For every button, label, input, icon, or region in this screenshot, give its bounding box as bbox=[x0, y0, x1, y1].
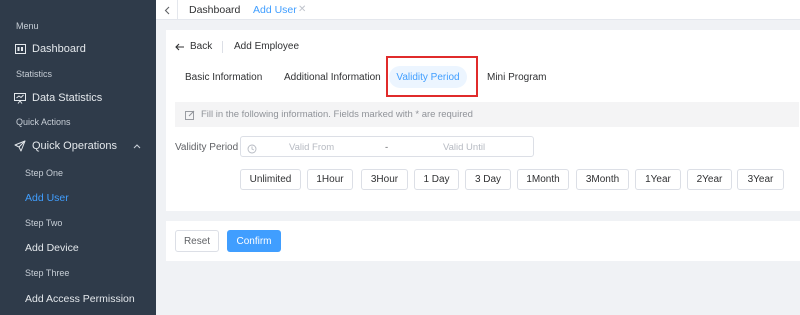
back-label: Back bbox=[190, 41, 213, 52]
tab-dashboard[interactable]: Dashboard bbox=[189, 0, 240, 20]
confirm-button[interactable]: Confirm bbox=[227, 230, 281, 252]
form-card: Back Add Employee Basic Information Addi… bbox=[166, 30, 800, 211]
notice-text: Fill in the following information. Field… bbox=[201, 109, 473, 120]
tab-bar: Dashboard Add User ✕ bbox=[156, 0, 800, 20]
quick-button-3month[interactable]: 3Month bbox=[576, 169, 629, 190]
edit-icon bbox=[185, 110, 195, 120]
statistics-group-label: Statistics bbox=[16, 69, 53, 79]
range-separator: - bbox=[385, 142, 389, 153]
menu-group-label: Menu bbox=[16, 21, 39, 31]
quick-button-1hour[interactable]: 1Hour bbox=[307, 169, 353, 190]
tab-basic-information[interactable]: Basic Information bbox=[185, 73, 262, 83]
validity-period-label: Validity Period bbox=[175, 142, 239, 153]
sidebar: Menu Dashboard Statistics Data Statistic… bbox=[0, 0, 156, 315]
tabbar-back-button[interactable] bbox=[156, 0, 178, 20]
sidebar-item-add-access-permission[interactable]: Add Access Permission bbox=[25, 293, 135, 305]
quick-button-3hour[interactable]: 3Hour bbox=[361, 169, 408, 190]
highlight-box bbox=[386, 56, 478, 97]
tab-additional-information[interactable]: Additional Information bbox=[284, 73, 381, 83]
tab-add-user[interactable]: Add User bbox=[253, 0, 297, 20]
quick-button-unlimited[interactable]: Unlimited bbox=[240, 169, 301, 190]
header-divider bbox=[222, 41, 223, 53]
sidebar-item-data-statistics[interactable]: Data Statistics bbox=[0, 86, 156, 110]
validity-date-range[interactable]: Valid From - Valid Until bbox=[240, 136, 534, 157]
step-three-label: Step Three bbox=[25, 268, 70, 278]
sidebar-item-add-user[interactable]: Add User bbox=[25, 192, 69, 204]
valid-from-input[interactable]: Valid From bbox=[289, 142, 334, 153]
sidebar-item-label: Dashboard bbox=[32, 43, 86, 55]
quick-button-1year[interactable]: 1Year bbox=[635, 169, 681, 190]
step-two-label: Step Two bbox=[25, 218, 63, 228]
arrow-left-icon bbox=[175, 43, 184, 50]
reset-button[interactable]: Reset bbox=[175, 230, 219, 252]
sidebar-item-dashboard[interactable]: Dashboard bbox=[0, 37, 156, 61]
chevron-up-icon bbox=[133, 140, 141, 152]
quick-button-3year[interactable]: 3Year bbox=[737, 169, 784, 190]
sidebar-item-add-device[interactable]: Add Device bbox=[25, 242, 79, 254]
footer-actions: Reset Confirm bbox=[166, 221, 800, 261]
quick-button-1month[interactable]: 1Month bbox=[517, 169, 569, 190]
clock-icon bbox=[247, 141, 257, 159]
close-icon[interactable]: ✕ bbox=[298, 0, 306, 20]
sidebar-item-label: Quick Operations bbox=[32, 140, 117, 152]
valid-until-input[interactable]: Valid Until bbox=[443, 142, 485, 153]
send-icon bbox=[14, 140, 26, 152]
chart-icon bbox=[14, 92, 26, 104]
page-title: Add Employee bbox=[234, 41, 300, 52]
quick-button-3day[interactable]: 3 Day bbox=[465, 169, 511, 190]
quick-button-1day[interactable]: 1 Day bbox=[414, 169, 459, 190]
sidebar-item-label: Data Statistics bbox=[32, 92, 103, 104]
step-one-label: Step One bbox=[25, 168, 64, 178]
back-button[interactable]: Back bbox=[175, 41, 212, 52]
dashboard-icon bbox=[14, 43, 26, 55]
sidebar-item-quick-operations[interactable]: Quick Operations bbox=[0, 134, 156, 158]
tab-mini-program[interactable]: Mini Program bbox=[487, 73, 546, 83]
quick-button-2year[interactable]: 2Year bbox=[687, 169, 732, 190]
quick-actions-group-label: Quick Actions bbox=[16, 117, 71, 127]
chevron-left-icon bbox=[164, 6, 169, 14]
info-notice: Fill in the following information. Field… bbox=[175, 102, 799, 127]
